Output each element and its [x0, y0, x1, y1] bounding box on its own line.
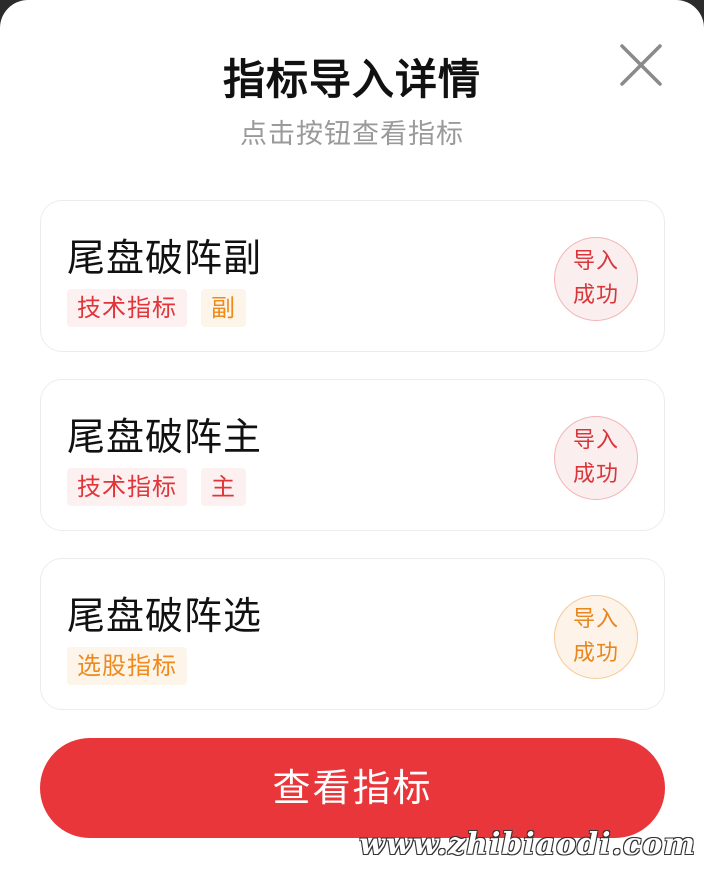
indicator-card[interactable]: 尾盘破阵副 技术指标 副 导入 成功 [40, 200, 665, 352]
indicator-name: 尾盘破阵主 [67, 415, 263, 459]
indicator-tags: 技术指标 副 [67, 289, 246, 327]
tag-category: 选股指标 [67, 647, 187, 685]
close-icon [620, 44, 662, 86]
tag-category: 技术指标 [67, 468, 187, 506]
import-status-badge: 导入 成功 [554, 416, 638, 500]
indicator-name: 尾盘破阵选 [67, 594, 263, 638]
indicator-card[interactable]: 尾盘破阵选 选股指标 导入 成功 [40, 558, 665, 710]
dialog-title: 指标导入详情 [222, 55, 481, 104]
indicator-tags: 技术指标 主 [67, 468, 246, 506]
import-status-badge: 导入 成功 [554, 595, 638, 679]
tag-category: 技术指标 [67, 289, 187, 327]
indicator-tags: 选股指标 [67, 647, 187, 685]
import-status-badge: 导入 成功 [554, 237, 638, 321]
status-line-1: 导入 [572, 249, 619, 274]
dialog-subtitle: 点击按钮查看指标 [240, 119, 464, 150]
indicator-name: 尾盘破阵副 [67, 236, 263, 280]
import-details-dialog: 指标导入详情 点击按钮查看指标 尾盘破阵副 技术指标 副 导入 成功 尾盘破阵主… [0, 0, 704, 876]
status-line-1: 导入 [572, 428, 619, 453]
tag-type: 副 [201, 289, 246, 327]
watermark-text: www.zhibiaodi.com [359, 827, 696, 862]
close-button[interactable] [616, 40, 666, 90]
status-line-1: 导入 [572, 607, 619, 632]
status-line-2: 成功 [572, 283, 619, 308]
view-indicators-button[interactable]: 查看指标 [40, 738, 665, 838]
status-line-2: 成功 [572, 462, 619, 487]
indicator-card[interactable]: 尾盘破阵主 技术指标 主 导入 成功 [40, 379, 665, 531]
tag-type: 主 [201, 468, 246, 506]
status-line-2: 成功 [572, 641, 619, 666]
indicator-list: 尾盘破阵副 技术指标 副 导入 成功 尾盘破阵主 技术指标 主 导入 成功 尾盘… [40, 200, 665, 737]
